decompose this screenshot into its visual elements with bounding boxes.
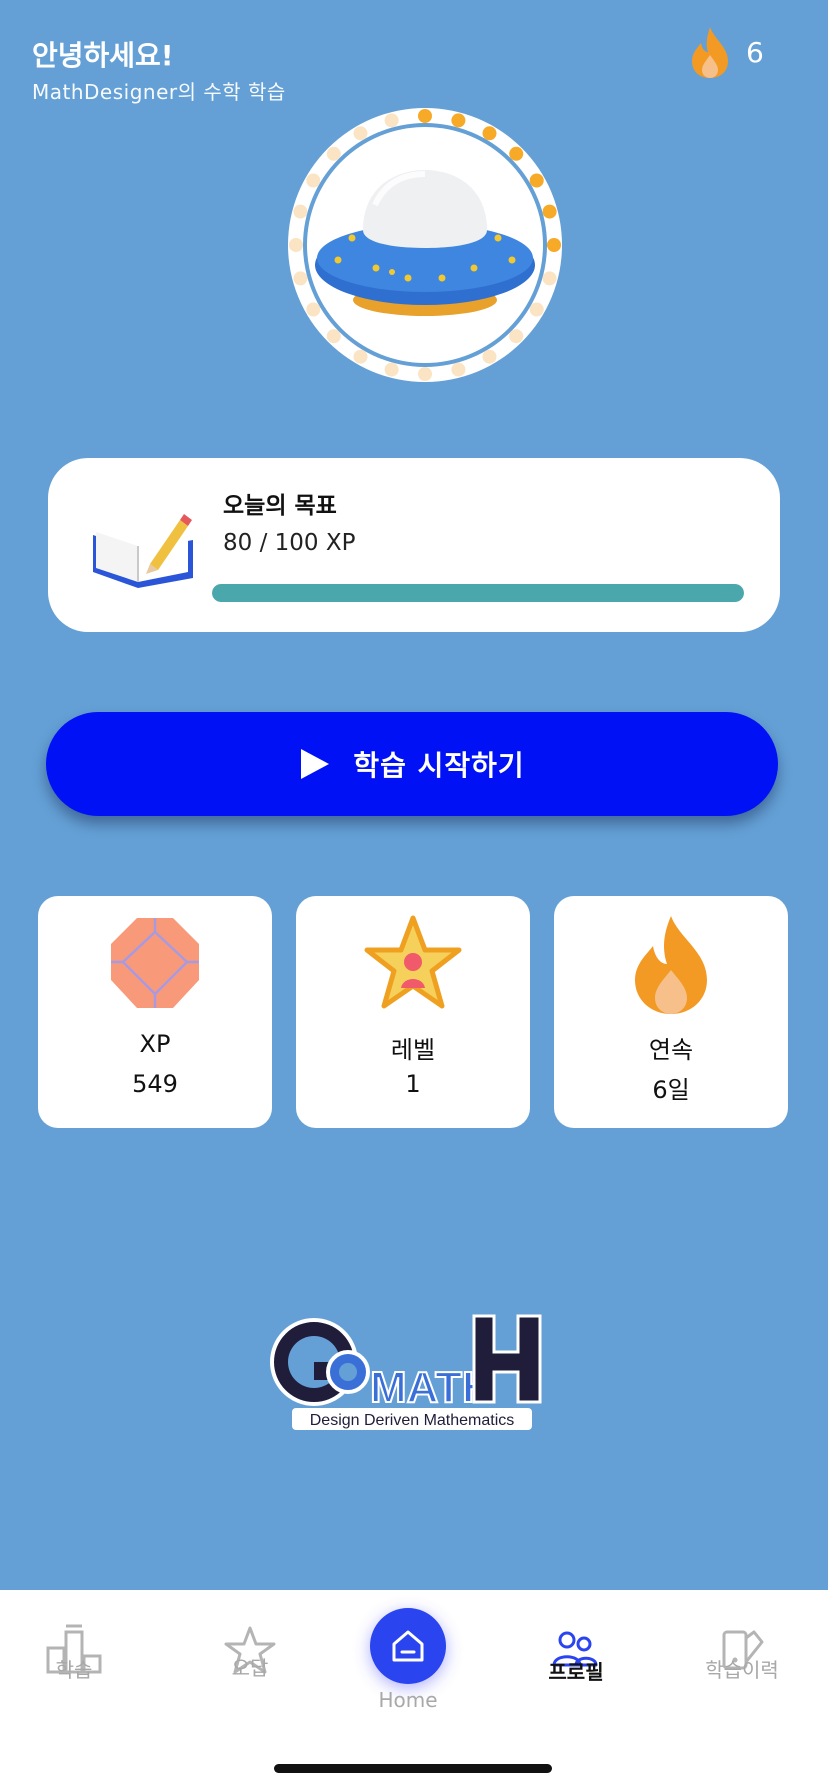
ring-dot — [542, 204, 557, 219]
ring-dot — [293, 271, 308, 286]
start-learning-button[interactable]: 학습 시작하기 — [46, 712, 778, 816]
greeting-title: 안녕하세요! — [32, 39, 174, 72]
ring-dot — [384, 362, 399, 377]
nav-label: Home — [378, 1688, 438, 1712]
greeting-subtitle: MathDesigner의 수학 학습 — [32, 80, 286, 104]
gem-icon — [111, 918, 199, 1008]
ring-dot — [326, 146, 341, 161]
ring-dot — [482, 126, 497, 141]
ring-dot — [289, 238, 303, 252]
ring-dot — [293, 204, 308, 219]
ring-dot — [529, 173, 544, 188]
daily-goal-card[interactable]: 오늘의 목표 80 / 100 XP — [48, 458, 780, 632]
stat-card-streak[interactable]: 연속 6일 — [554, 896, 788, 1128]
ring-dot — [509, 146, 524, 161]
ring-dot — [509, 329, 524, 344]
goal-xp-text: 80 / 100 XP — [223, 530, 356, 556]
stat-card-xp[interactable]: XP 549 — [38, 896, 272, 1128]
ring-dot — [529, 302, 544, 317]
bottom-nav: 학습 오답 Home 프로필 학습이력 — [0, 1590, 828, 1792]
ring-dot — [306, 302, 321, 317]
stat-label: XP — [139, 1030, 171, 1058]
stat-label: 레벨 — [390, 1036, 436, 1064]
nav-label: 오답 — [231, 1656, 269, 1680]
stat-value: 549 — [132, 1070, 178, 1098]
ring-dot — [542, 271, 557, 286]
book-pencil-icon — [93, 514, 193, 588]
ring-dot — [418, 367, 432, 381]
star-icon — [364, 915, 462, 1009]
home-button-circle — [370, 1608, 446, 1684]
ring-dot — [451, 362, 466, 377]
ring-dot — [353, 126, 368, 141]
ring-dot — [353, 349, 368, 364]
stat-value: 6일 — [652, 1076, 690, 1104]
goal-progress-bar — [212, 584, 744, 602]
nav-label: 학습이력 — [705, 1658, 779, 1682]
fire-icon — [692, 27, 728, 78]
ring-dot — [547, 238, 561, 252]
home-icon — [392, 1630, 424, 1662]
streak-indicator[interactable]: 6 — [688, 24, 798, 80]
fire-icon — [635, 916, 707, 1014]
stat-value: 1 — [405, 1070, 421, 1098]
ring-dot — [482, 349, 497, 364]
nav-label: 프로필 — [548, 1660, 604, 1684]
ring-dot — [326, 329, 341, 344]
nav-label: 학습 — [55, 1658, 93, 1682]
ring-dot — [418, 109, 432, 123]
streak-count: 6 — [746, 35, 764, 69]
goal-title: 오늘의 목표 — [223, 493, 337, 519]
ring-dot — [384, 113, 399, 128]
avatar-progress-ring — [280, 100, 570, 390]
gomath-logo: MATH Design Deriven Mathematics — [268, 1310, 560, 1432]
logo-tagline: Design Deriven Mathematics — [310, 1412, 515, 1429]
home-indicator-bar — [274, 1764, 552, 1773]
stat-label: 연속 — [648, 1036, 694, 1064]
goal-progress-fill — [212, 584, 744, 602]
start-learning-label: 학습 시작하기 — [353, 749, 525, 782]
ring-dot — [451, 113, 466, 128]
ring-dot — [306, 173, 321, 188]
play-icon — [301, 749, 330, 779]
stat-card-level[interactable]: 레벨 1 — [296, 896, 530, 1128]
